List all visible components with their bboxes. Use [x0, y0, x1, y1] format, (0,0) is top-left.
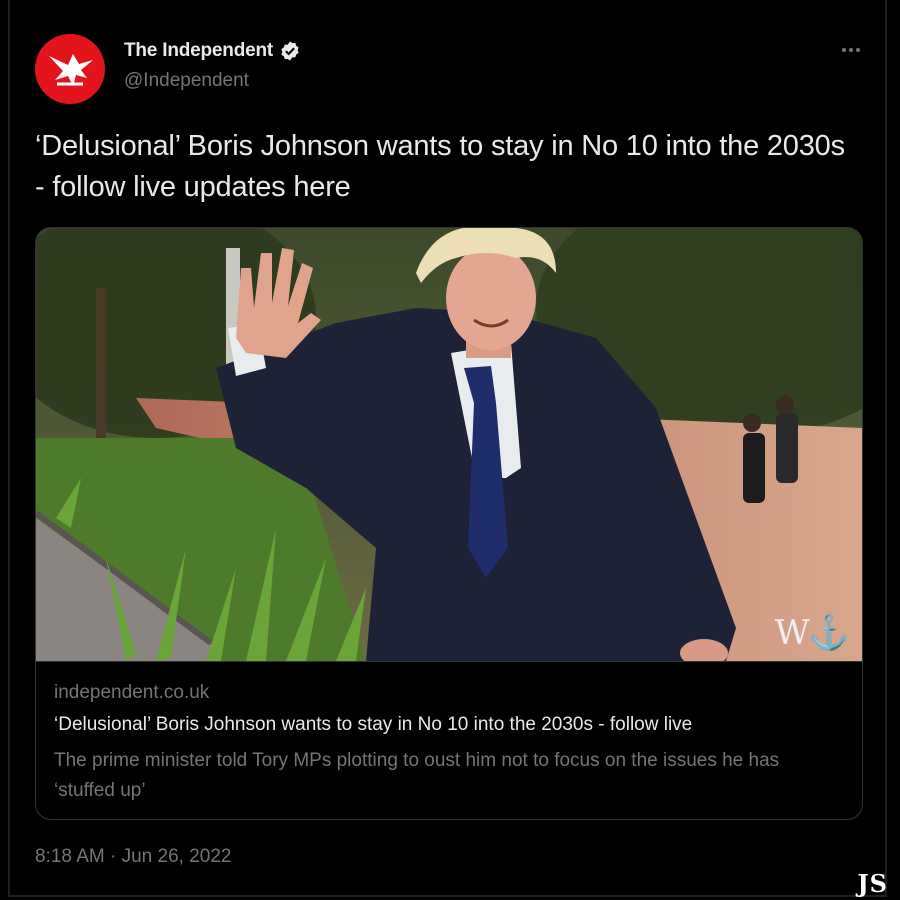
- tweet-timestamp[interactable]: 8:18 AM · Jun 26, 2022: [35, 846, 231, 868]
- tweet-text: ‘Delusional’ Boris Johnson wants to stay…: [35, 130, 845, 203]
- link-preview-card[interactable]: W⚓ independent.co.uk ‘Delusional’ Boris …: [35, 227, 863, 820]
- link-preview-image[interactable]: W⚓: [36, 228, 862, 661]
- eagle-logo-icon: [49, 54, 93, 86]
- corner-signature: JS: [857, 869, 888, 898]
- more-options-icon[interactable]: [837, 40, 865, 60]
- link-description: The prime minister told Tory MPs plottin…: [54, 750, 780, 801]
- account-avatar[interactable]: [35, 34, 105, 104]
- account-display-name[interactable]: The Independent: [124, 40, 273, 62]
- photo-of-man-waving: [36, 228, 862, 661]
- verified-badge-icon: [281, 41, 299, 61]
- link-card-info[interactable]: independent.co.uk ‘Delusional’ Boris Joh…: [36, 661, 862, 819]
- tweet-header: The Independent @Independent: [35, 34, 865, 104]
- link-domain: independent.co.uk: [54, 682, 210, 703]
- account-handle[interactable]: @Independent: [124, 70, 249, 92]
- image-watermark: W⚓: [774, 613, 850, 653]
- link-title: ‘Delusional’ Boris Johnson wants to stay…: [54, 714, 693, 735]
